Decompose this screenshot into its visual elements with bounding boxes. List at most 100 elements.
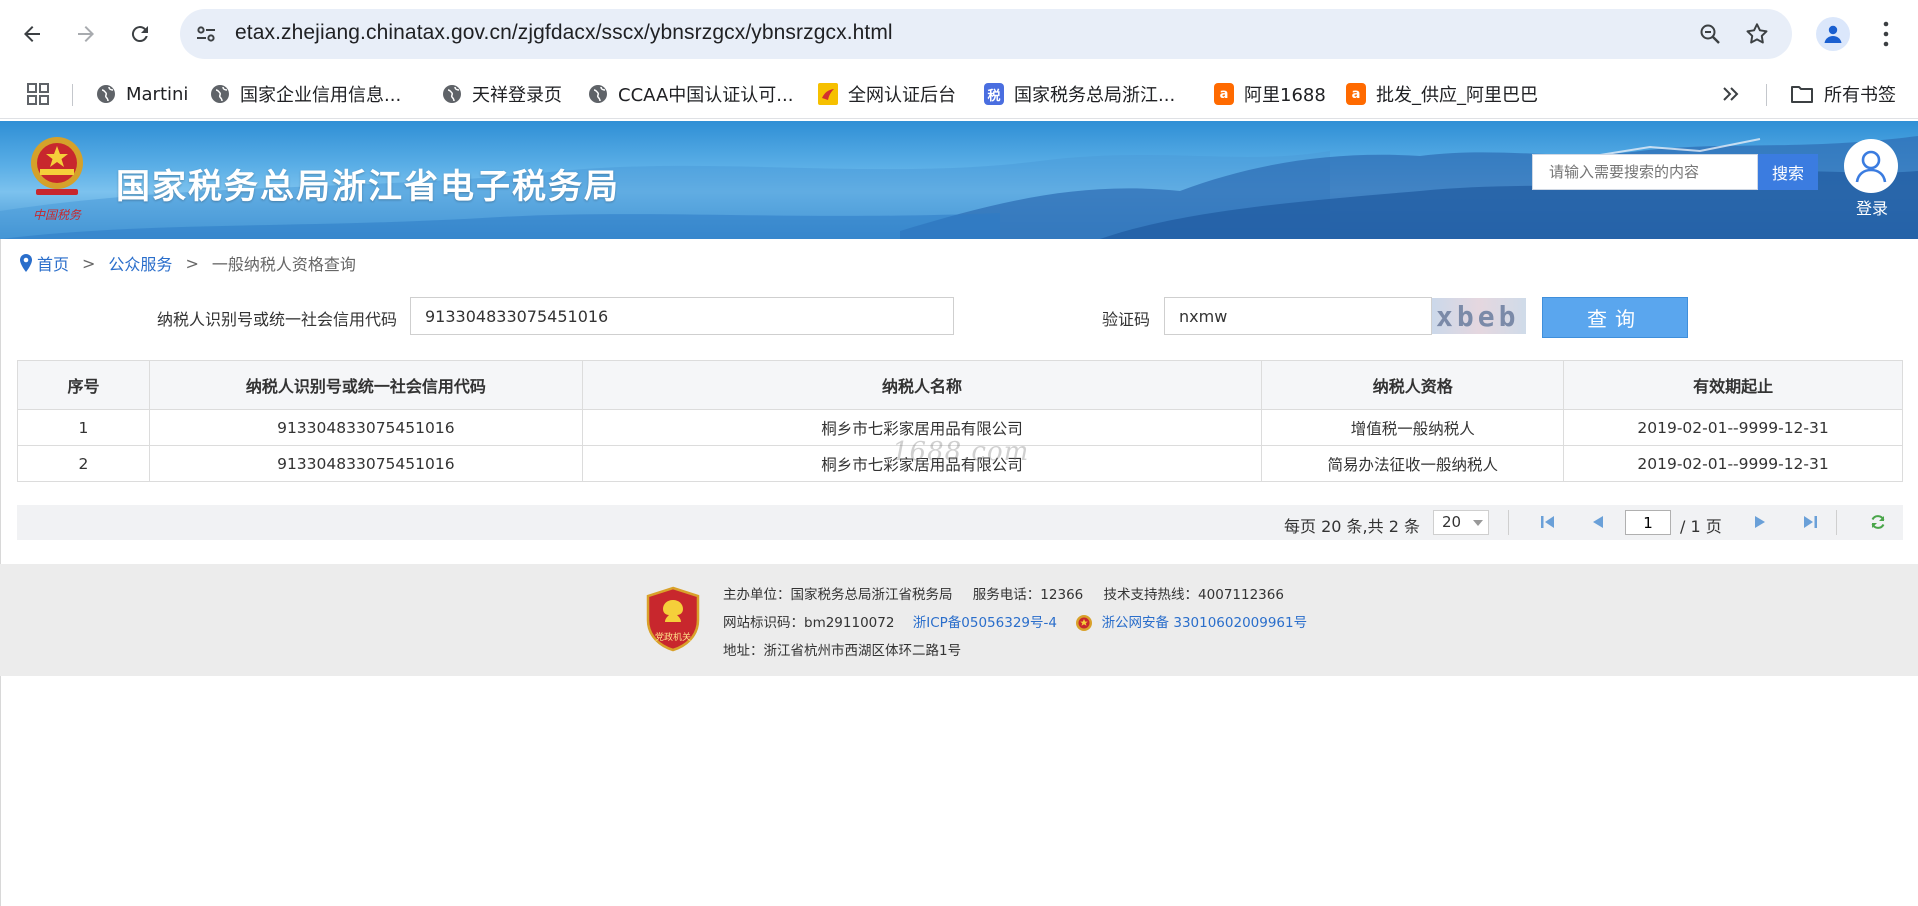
- footer-line-2: 网站标识码：bm29110072 浙ICP备05056329号-4 浙公网安备 …: [723, 611, 1307, 632]
- folder-icon: [1791, 86, 1813, 103]
- column-header-validity: 有效期起止: [1563, 360, 1903, 410]
- location-pin-icon: [20, 254, 32, 272]
- table-header-row: 序号 纳税人识别号或统一社会信用代码 纳税人名称 纳税人资格 有效期起止: [17, 360, 1903, 410]
- pager-divider: [1836, 510, 1837, 535]
- cell-validity: 2019-02-01--9999-12-31: [1563, 409, 1903, 446]
- column-header-qualification: 纳税人资格: [1261, 360, 1565, 410]
- back-arrow-icon: [24, 26, 40, 42]
- pagination-bar: 每页 20 条,共 2 条 20 / 1 页: [17, 505, 1903, 540]
- all-bookmarks-button[interactable]: 所有书签: [1790, 78, 1896, 110]
- bookmark-alibaba-wholesale[interactable]: a 批发_供应_阿里巴巴: [1346, 78, 1538, 110]
- bookmarks-bar: Martini 国家企业信用信息... 天祥登录页 CCAA中国认证认可... …: [0, 70, 1918, 119]
- reload-icon: [131, 26, 148, 43]
- national-emblem-logo: 中国税务: [31, 137, 83, 222]
- cell-taxid: 913304833075451016: [148, 409, 583, 446]
- globe-icon: [210, 84, 230, 104]
- bookmarks-divider: [72, 84, 73, 106]
- forward-button[interactable]: [68, 16, 104, 52]
- refresh-icon[interactable]: [1869, 513, 1887, 531]
- first-page-icon[interactable]: [1539, 513, 1557, 531]
- footer-line-3: 地址：浙江省杭州市西湖区体环二路1号: [723, 639, 961, 659]
- profile-button[interactable]: [1816, 17, 1850, 51]
- bookmark-ccaa[interactable]: CCAA中国认证认可...: [588, 78, 793, 110]
- forward-arrow-icon: [78, 26, 94, 42]
- footer-icp-link[interactable]: 浙ICP备05056329号-4: [913, 615, 1057, 631]
- breadcrumb-public-services[interactable]: 公众服务: [108, 251, 172, 275]
- pager-total: 每页 20 条,共 2 条: [1284, 517, 1420, 536]
- browser-menu-icon[interactable]: [1874, 18, 1898, 50]
- qc-icon: [818, 83, 838, 105]
- footer-support: 技术支持热线：4007112366: [1103, 587, 1284, 603]
- page-number-input[interactable]: [1625, 510, 1671, 535]
- user-icon: [1855, 150, 1887, 183]
- next-page-icon[interactable]: [1751, 513, 1769, 531]
- bookmark-martini[interactable]: Martini: [96, 78, 188, 110]
- cell-index: 2: [17, 445, 150, 482]
- taxid-input[interactable]: [410, 297, 954, 335]
- bookmark-tianxiang-login[interactable]: 天祥登录页: [442, 78, 562, 110]
- page-size-value: 20: [1442, 513, 1462, 531]
- person-icon: [1824, 25, 1842, 43]
- globe-icon: [96, 84, 116, 104]
- column-header-index: 序号: [17, 360, 150, 410]
- tax-icon: 税: [984, 83, 1004, 105]
- page-total: / 1 页: [1680, 517, 1722, 536]
- url-text[interactable]: etax.zhejiang.chinatax.gov.cn/zjgfdacx/s…: [235, 21, 893, 45]
- captcha-input[interactable]: [1164, 297, 1432, 335]
- footer-line-1: 主办单位：国家税务总局浙江省税务局 服务电话：12366 技术支持热线：4007…: [723, 583, 1284, 603]
- cell-qualification: 增值税一般纳税人: [1261, 409, 1565, 446]
- government-site-badge[interactable]: 党政机关: [646, 586, 700, 652]
- breadcrumb-separator: >: [185, 253, 199, 273]
- alibaba-icon: a: [1346, 83, 1366, 105]
- zoom-icon[interactable]: [1698, 22, 1722, 46]
- alibaba-icon: a: [1214, 83, 1234, 105]
- globe-icon: [588, 84, 608, 104]
- captcha-image[interactable]: xbeb: [1432, 298, 1526, 334]
- footer-address: 地址：浙江省杭州市西湖区体环二路1号: [723, 643, 962, 659]
- query-button[interactable]: 查询: [1542, 297, 1688, 338]
- site-title: 国家税务总局浙江省电子税务局: [116, 167, 620, 207]
- taxid-label: 纳税人识别号或统一社会信用代码: [157, 310, 398, 329]
- back-button[interactable]: [14, 16, 50, 52]
- emblem-text: 中国税务: [33, 208, 82, 222]
- site-header: 中国税务 国家税务总局浙江省电子税务局 搜索 登录: [0, 121, 1918, 239]
- police-badge-icon: [1076, 615, 1093, 631]
- column-header-taxid: 纳税人识别号或统一社会信用代码: [148, 360, 583, 410]
- site-settings-icon[interactable]: [194, 22, 218, 46]
- bookmark-zhejiang-tax[interactable]: 税 国家税务总局浙江...: [984, 78, 1175, 110]
- footer-police-link[interactable]: 浙公网安备 33010602009961号: [1102, 615, 1308, 631]
- footer-site-id: 网站标识码：bm29110072: [723, 615, 895, 631]
- bookmark-ali1688[interactable]: a 阿里1688: [1214, 78, 1326, 110]
- bookmarks-divider: [1766, 84, 1767, 106]
- column-header-name: 纳税人名称: [581, 360, 1263, 410]
- browser-toolbar: etax.zhejiang.chinatax.gov.cn/zjgfdacx/s…: [0, 0, 1918, 70]
- dropdown-caret-icon: [1473, 520, 1483, 526]
- globe-icon: [442, 84, 462, 104]
- captcha-image-text: xbeb: [1436, 300, 1520, 333]
- site-search-button[interactable]: 搜索: [1758, 154, 1818, 190]
- bookmark-certification-admin[interactable]: 全网认证后台: [818, 78, 956, 110]
- bookmark-star-icon[interactable]: [1744, 21, 1770, 47]
- breadcrumb-home[interactable]: 首页: [37, 251, 69, 275]
- last-page-icon[interactable]: [1801, 513, 1819, 531]
- bookmark-credit-info[interactable]: 国家企业信用信息...: [210, 78, 401, 110]
- site-search-input[interactable]: [1532, 154, 1758, 190]
- chevron-double-right-icon[interactable]: [1720, 82, 1742, 106]
- cell-taxid: 913304833075451016: [148, 445, 583, 482]
- site-footer: 党政机关 主办单位：国家税务总局浙江省税务局 服务电话：12366 技术支持热线…: [0, 564, 1918, 676]
- cell-index: 1: [17, 409, 150, 446]
- login-avatar-button[interactable]: [1844, 139, 1898, 193]
- badge-text: 党政机关: [655, 631, 691, 643]
- address-bar[interactable]: etax.zhejiang.chinatax.gov.cn/zjgfdacx/s…: [180, 9, 1792, 59]
- page-size-select[interactable]: 20: [1433, 510, 1489, 535]
- apps-grid-icon[interactable]: [26, 82, 50, 106]
- footer-phone: 服务电话：12366: [972, 587, 1084, 603]
- cell-qualification: 简易办法征收一般纳税人: [1261, 445, 1565, 482]
- captcha-label: 验证码: [1102, 310, 1151, 329]
- breadcrumb-current: 一般纳税人资格查询: [211, 255, 356, 274]
- reload-button[interactable]: [122, 16, 158, 52]
- login-link[interactable]: 登录: [1856, 195, 1888, 219]
- pager-divider: [1508, 510, 1509, 535]
- breadcrumb-separator: >: [82, 253, 96, 273]
- previous-page-icon[interactable]: [1589, 513, 1607, 531]
